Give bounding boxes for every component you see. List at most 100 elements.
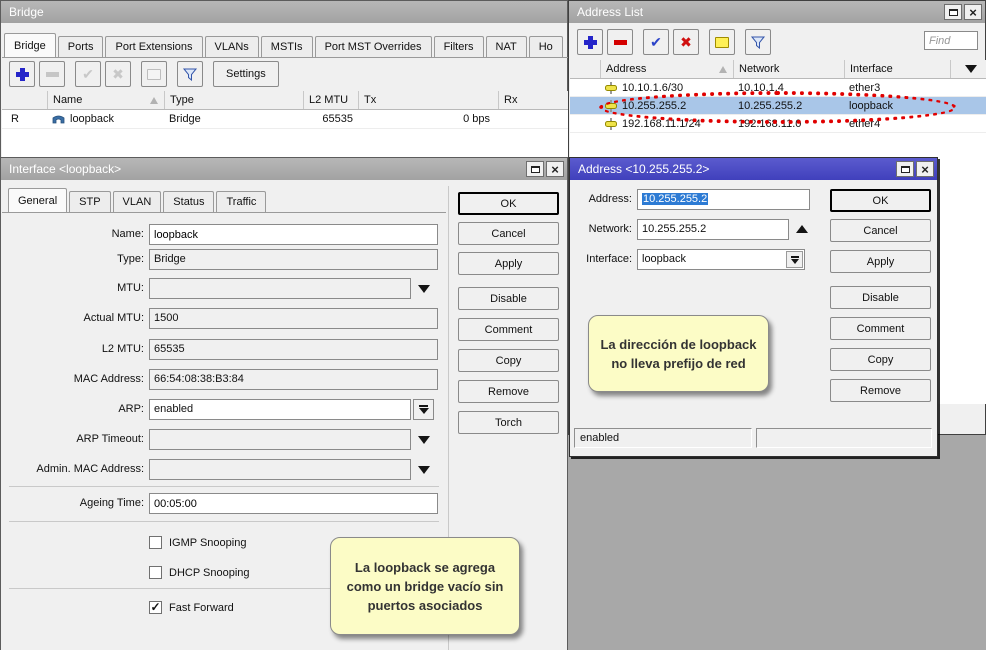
filter-address-button[interactable] [745,29,771,55]
tab-traffic[interactable]: Traffic [216,191,266,212]
apply-button[interactable]: Apply [830,250,931,273]
settings-button[interactable]: Settings [213,61,279,87]
col-rx[interactable]: Rx [498,91,568,109]
address-table-header[interactable]: Address Network Interface [570,60,986,79]
combo-arrow-icon [791,256,799,258]
column-chooser-button[interactable] [950,60,986,78]
fast-forward-label: Fast Forward [169,601,234,615]
remove-button[interactable]: Remove [458,380,559,403]
tab-port-extensions[interactable]: Port Extensions [105,36,202,57]
bridge-window: Bridge Bridge Ports Port Extensions VLAN… [0,0,568,157]
enable-address-button[interactable]: ✔ [643,29,669,55]
igmp-snooping-label: IGMP Snooping [169,536,246,550]
col-flags [2,91,47,109]
col-tx[interactable]: Tx [358,91,498,109]
remove-address-button[interactable] [607,29,633,55]
close-button[interactable]: × [964,4,982,20]
col-address[interactable]: Address [600,60,733,78]
bridge-row-loopback[interactable]: R loopback Bridge 65535 0 bps [2,110,568,129]
address-list-titlebar[interactable]: Address List × [569,1,985,23]
maximize-icon [949,9,958,16]
ok-button[interactable]: OK [458,192,559,215]
tab-bridge[interactable]: Bridge [4,33,56,58]
tab-hosts[interactable]: Ho [529,36,563,57]
maximize-button[interactable] [896,161,914,177]
torch-button[interactable]: Torch [458,411,559,434]
network-input[interactable]: 10.255.255.2 [637,219,789,240]
arp-timeout-dropdown-icon[interactable] [418,436,430,444]
disable-button[interactable]: Disable [458,287,559,310]
fast-forward-checkbox[interactable]: ✓ [149,601,162,614]
comment-address-button[interactable] [709,29,735,55]
apply-button[interactable]: Apply [458,252,559,275]
network-up-arrow-icon[interactable] [796,225,808,233]
minus-icon [45,67,60,82]
sort-ascending-icon [150,97,158,104]
bridge-titlebar[interactable]: Bridge [1,1,567,23]
admin-mac-dropdown-icon[interactable] [418,466,430,474]
disable-button[interactable]: Disable [830,286,931,309]
col-network[interactable]: Network [733,60,844,78]
admin-mac-field[interactable] [149,459,411,480]
maximize-button[interactable] [944,4,962,20]
enable-button-disabled[interactable]: ✔ [75,61,101,87]
arp-select[interactable]: enabled [149,399,411,420]
callout-bridge-note: La loopback se agrega como un bridge vac… [330,537,520,635]
address-input[interactable]: 10.255.255.2 [637,189,810,210]
comment-button[interactable]: Comment [830,317,931,340]
tab-vlan[interactable]: VLAN [113,191,162,212]
sort-ascending-icon [719,66,727,73]
tab-stp[interactable]: STP [69,191,110,212]
actual-mtu-field: 1500 [149,308,438,329]
col-type[interactable]: Type [164,91,303,109]
arp-timeout-field[interactable] [149,429,411,450]
ok-button[interactable]: OK [830,189,931,212]
cancel-button[interactable]: Cancel [830,219,931,242]
mtu-dropdown-icon[interactable] [418,285,430,293]
close-button[interactable]: × [916,161,934,177]
tab-status[interactable]: Status [163,191,214,212]
arp-dropdown-button[interactable] [413,399,434,420]
add-address-button[interactable] [577,29,603,55]
dhcp-snooping-label: DHCP Snooping [169,566,250,580]
copy-button[interactable]: Copy [458,349,559,372]
igmp-snooping-checkbox[interactable] [149,536,162,549]
remove-button[interactable]: Remove [830,379,931,402]
interface-titlebar[interactable]: Interface <loopback> × [1,158,567,180]
interface-select[interactable]: loopback [637,249,805,270]
bridge-table-header[interactable]: Name Type L2 MTU Tx Rx [2,91,568,110]
name-field[interactable] [149,224,438,245]
col-interface[interactable]: Interface [844,60,950,78]
tab-filters[interactable]: Filters [434,36,484,57]
tab-mstis[interactable]: MSTIs [261,36,313,57]
tab-nat[interactable]: NAT [486,36,527,57]
col-l2mtu[interactable]: L2 MTU [303,91,358,109]
maximize-button[interactable] [526,161,544,177]
comment-button[interactable]: Comment [458,318,559,341]
tab-port-mst-overrides[interactable]: Port MST Overrides [315,36,432,57]
separator [9,486,439,487]
find-input[interactable] [924,31,978,50]
filter-button[interactable] [177,61,203,87]
check-icon: ✓ [150,600,160,614]
tab-general[interactable]: General [8,188,67,213]
address-dialog-titlebar[interactable]: Address <10.255.255.2> × [570,158,937,180]
add-button[interactable] [9,61,35,87]
cancel-button[interactable]: Cancel [458,222,559,245]
remove-button-disabled[interactable] [39,61,65,87]
note-icon [715,37,729,48]
dhcp-snooping-checkbox[interactable] [149,566,162,579]
address-list-toolbar: ✔ ✖ [577,29,775,55]
close-button[interactable]: × [546,161,564,177]
ageing-time-field[interactable] [149,493,438,514]
copy-button[interactable]: Copy [830,348,931,371]
funnel-icon [750,35,766,50]
tab-ports[interactable]: Ports [58,36,104,57]
interface-dropdown-button[interactable] [786,251,803,268]
tab-vlans[interactable]: VLANs [205,36,259,57]
comment-button-disabled[interactable] [141,61,167,87]
disable-button-disabled[interactable]: ✖ [105,61,131,87]
col-name[interactable]: Name [47,91,164,109]
mtu-field[interactable] [149,278,411,299]
disable-address-button[interactable]: ✖ [673,29,699,55]
